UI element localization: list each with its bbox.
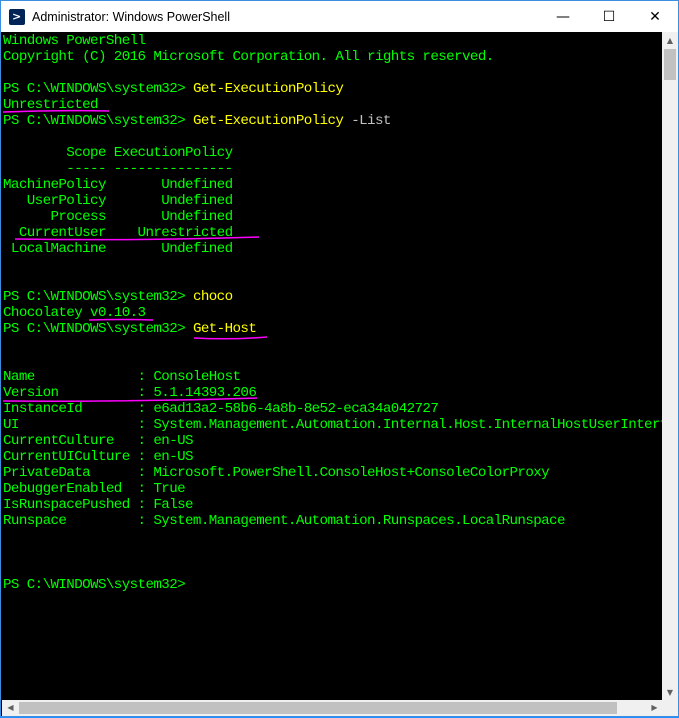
output-line: InstanceId : e6ad13a2-58b6-4a8b-8e52-eca… — [3, 401, 439, 417]
output-line: MachinePolicy Undefined — [3, 177, 233, 193]
output-line: DebuggerEnabled : True — [3, 481, 186, 497]
output-line: Unrestricted — [3, 97, 99, 113]
prompt-text: PS C:\WINDOWS\system32> — [3, 577, 193, 593]
prompt-text: PS C:\WINDOWS\system32> — [3, 289, 193, 305]
close-button[interactable]: ✕ — [632, 1, 678, 32]
output-line: Windows PowerShell — [3, 33, 146, 49]
scroll-left-arrow-icon[interactable]: ◀ — [2, 700, 19, 716]
scroll-up-arrow-icon[interactable]: ▲ — [662, 32, 678, 49]
minimize-button[interactable]: — — [540, 1, 586, 32]
vertical-scroll-thumb[interactable] — [664, 49, 676, 80]
horizontal-scroll-thumb[interactable] — [19, 702, 617, 714]
prompt-line: PS C:\WINDOWS\system32> Get-ExecutionPol… — [3, 81, 344, 97]
command-text: Get-ExecutionPolicy — [192, 81, 344, 97]
vertical-scrollbar[interactable]: ▲ ▼ — [662, 32, 678, 701]
output-line: IsRunspacePushed : False — [3, 497, 194, 513]
window-title: Administrator: Windows PowerShell — [32, 9, 230, 24]
prompt-line: PS C:\WINDOWS\system32> Get-ExecutionPol… — [3, 113, 391, 129]
prompt-text: PS C:\WINDOWS\system32> — [3, 81, 193, 97]
powershell-window: > Administrator: Windows PowerShell — ☐ … — [0, 0, 679, 717]
output-line: ----- --------------- — [3, 161, 233, 177]
parameter-text: -List — [343, 113, 391, 129]
output-line: Copyright (C) 2016 Microsoft Corporation… — [3, 49, 494, 65]
command-text: Get-Host — [192, 321, 257, 337]
output-line: Runspace : System.Management.Automation.… — [3, 513, 565, 529]
prompt-line: PS C:\WINDOWS\system32> — [3, 577, 193, 593]
powershell-icon[interactable]: > — [9, 8, 25, 25]
scroll-right-arrow-icon[interactable]: ▶ — [646, 700, 663, 716]
prompt-text: PS C:\WINDOWS\system32> — [3, 321, 193, 337]
output-line: UserPolicy Undefined — [3, 193, 233, 209]
prompt-line: PS C:\WINDOWS\system32> Get-Host — [3, 321, 257, 337]
console-output[interactable]: Windows PowerShell Copyright (C) 2016 Mic… — [2, 32, 663, 701]
scrollbar-corner — [662, 700, 678, 716]
prompt-line: PS C:\WINDOWS\system32> choco — [3, 289, 233, 305]
output-line: Version : 5.1.14393.206 — [3, 385, 257, 401]
output-line: UI : System.Management.Automation.Intern… — [3, 417, 663, 433]
command-text: Get-ExecutionPolicy — [192, 113, 344, 129]
output-line: CurrentCulture : en-US — [3, 433, 194, 449]
output-line: CurrentUICulture : en-US — [3, 449, 194, 465]
scroll-down-arrow-icon[interactable]: ▼ — [662, 684, 678, 701]
title-bar[interactable]: > Administrator: Windows PowerShell — ☐ … — [1, 1, 678, 32]
prompt-text: PS C:\WINDOWS\system32> — [3, 113, 193, 129]
output-line: LocalMachine Undefined — [3, 241, 233, 257]
output-line: PrivateData : Microsoft.PowerShell.Conso… — [3, 465, 550, 481]
output-line: Chocolatey v0.10.3 — [3, 305, 146, 321]
output-line: Process Undefined — [3, 209, 233, 225]
maximize-button[interactable]: ☐ — [586, 1, 632, 32]
command-text: choco — [192, 289, 233, 305]
output-line: Name : ConsoleHost — [3, 369, 241, 385]
output-line: Scope ExecutionPolicy — [3, 145, 233, 161]
output-line: CurrentUser Unrestricted — [3, 225, 233, 241]
horizontal-scrollbar[interactable]: ◀ ▶ — [2, 700, 663, 716]
